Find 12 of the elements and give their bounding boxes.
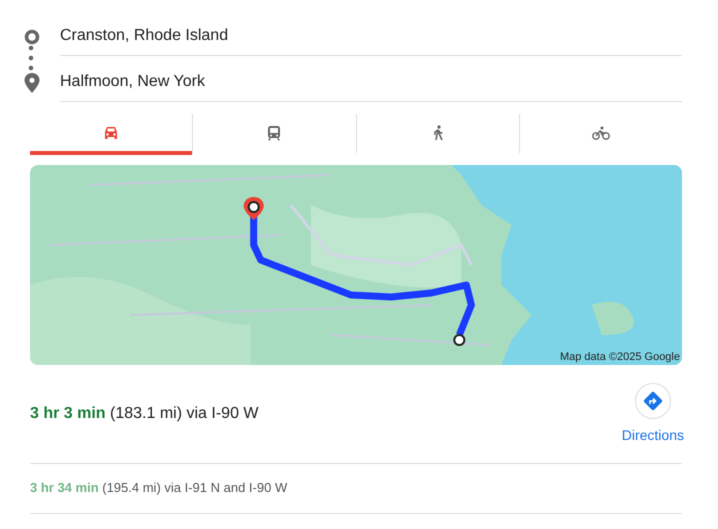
bicycle-icon bbox=[592, 126, 610, 140]
directions-button[interactable]: Directions bbox=[622, 383, 684, 443]
walking-person-icon bbox=[432, 124, 444, 140]
origin-icon bbox=[24, 29, 40, 45]
location-field[interactable]: Cranston, Rhode Island bbox=[60, 18, 682, 56]
location-pin-icon bbox=[24, 73, 40, 93]
route-summary: 3 hr 34 min (195.4 mi) via I-91 N and I-90 W bbox=[30, 464, 682, 514]
dots-icon bbox=[28, 45, 34, 71]
train-icon bbox=[267, 124, 282, 140]
map-attribution: Map data ©2025 Google bbox=[560, 351, 680, 363]
location-field[interactable]: Halfmoon, New York bbox=[60, 64, 682, 102]
route-summary: 3 hr 3 min (183.1 mi) via I-90 W bbox=[30, 404, 259, 423]
